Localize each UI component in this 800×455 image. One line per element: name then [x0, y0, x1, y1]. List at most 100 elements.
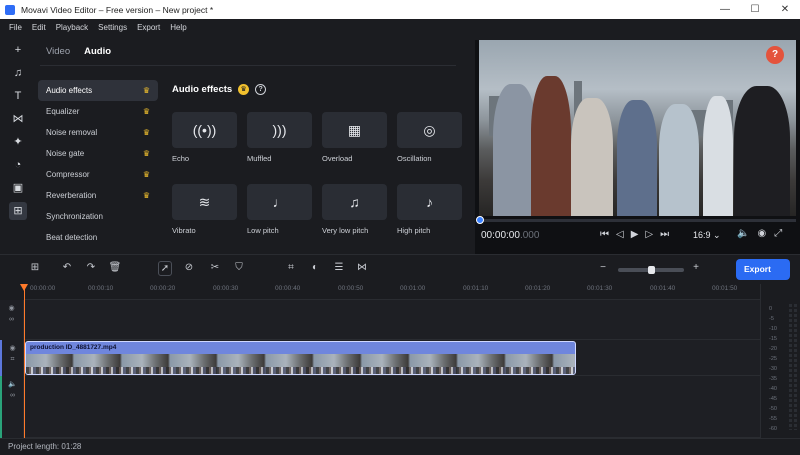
- snapshot-icon[interactable]: ◉: [757, 228, 766, 239]
- minimize-button[interactable]: —: [710, 0, 740, 19]
- category-compressor[interactable]: Compressor ♛: [38, 164, 158, 185]
- effect-echo[interactable]: ((•)) Echo: [172, 112, 237, 163]
- category-noise-gate[interactable]: Noise gate ♛: [38, 143, 158, 164]
- aspect-ratio-select[interactable]: 16:9 ⌄: [693, 230, 721, 241]
- menu-export[interactable]: Export: [137, 23, 160, 32]
- audio-track-lane[interactable]: [24, 376, 760, 438]
- playback-progress-bar[interactable]: [476, 216, 796, 224]
- select-cursor-icon[interactable]: ➚: [158, 261, 172, 276]
- effect-muffled[interactable]: ))) Muffled: [247, 112, 312, 163]
- category-audio-effects[interactable]: Audio effects ♛: [38, 80, 158, 101]
- tab-divider: [40, 65, 456, 66]
- meter-bar-left: [789, 304, 792, 430]
- effect-oscillation[interactable]: ◎ Oscillation: [397, 112, 462, 163]
- lock-icon[interactable]: ⌗: [2, 356, 23, 364]
- marker-icon[interactable]: ⛉: [232, 262, 246, 273]
- magic-icon[interactable]: ✦: [9, 133, 27, 151]
- effect-very-low-pitch[interactable]: ♫ Very low pitch: [322, 184, 387, 235]
- menu-playback[interactable]: Playback: [56, 23, 88, 32]
- menu-help[interactable]: Help: [170, 23, 186, 32]
- menu-bar: File Edit Playback Settings Export Help: [0, 19, 800, 36]
- zoom-slider[interactable]: [618, 266, 684, 274]
- echo-icon: ((•)): [172, 112, 237, 148]
- track-header-video: ◉ ⌗: [0, 340, 24, 376]
- plus-icon[interactable]: +: [9, 41, 27, 59]
- stickers-icon[interactable]: ◔: [9, 156, 27, 174]
- volume-icon[interactable]: 🔈: [737, 228, 749, 239]
- frame-forward-icon[interactable]: ▷: [645, 229, 653, 240]
- timeline-ruler[interactable]: 00:00:00 00:00:10 00:00:20 00:00:30 00:0…: [24, 284, 760, 300]
- speed-icon[interactable]: ◐: [308, 262, 322, 273]
- speaker-icon[interactable]: 🔈: [2, 380, 23, 388]
- close-button[interactable]: ✕: [770, 0, 800, 19]
- delete-icon[interactable]: 🗑: [108, 262, 122, 273]
- window-title: Movavi Video Editor – Free version – New…: [21, 4, 214, 15]
- menu-edit[interactable]: Edit: [32, 23, 46, 32]
- track-header-audio: 🔈 ∞: [0, 376, 24, 438]
- adjust-icon[interactable]: ☰: [332, 262, 346, 273]
- undo-icon[interactable]: ↶: [60, 262, 74, 273]
- help-button[interactable]: ?: [766, 46, 784, 64]
- tab-video[interactable]: Video: [46, 46, 70, 57]
- playhead[interactable]: [20, 284, 28, 438]
- effect-low-pitch[interactable]: ♩ Low pitch: [247, 184, 312, 235]
- tab-audio[interactable]: Audio: [84, 46, 111, 57]
- maximize-button[interactable]: ☐: [740, 0, 770, 19]
- zoom-out-icon[interactable]: −: [596, 262, 610, 273]
- video-frame[interactable]: ?: [479, 40, 796, 216]
- category-noise-removal[interactable]: Noise removal ♛: [38, 122, 158, 143]
- redo-icon[interactable]: ↷: [84, 262, 98, 273]
- title-bar: Movavi Video Editor – Free version – New…: [0, 0, 800, 19]
- effect-vibrato[interactable]: ≋ Vibrato: [172, 184, 237, 235]
- cut-icon[interactable]: ✂: [208, 262, 222, 273]
- title-icon[interactable]: T: [9, 87, 27, 105]
- chevron-down-icon: ⌄: [713, 230, 721, 240]
- crop-icon[interactable]: ⌗: [284, 262, 298, 273]
- video-clip[interactable]: production ID_4881727.mp4: [25, 341, 576, 375]
- effect-category-list: Audio effects ♛ Equalizer ♛ Noise removal ♛…: [38, 80, 158, 248]
- low-pitch-icon: ♩: [247, 184, 312, 220]
- transition-icon[interactable]: ⋈: [355, 262, 369, 273]
- help-icon[interactable]: ?: [255, 84, 267, 95]
- skip-end-icon[interactable]: ⏭: [660, 229, 669, 240]
- media-icon[interactable]: ▣: [9, 179, 27, 197]
- overlay-track-lane[interactable]: [24, 300, 760, 340]
- window-controls: — ☐ ✕: [710, 0, 800, 19]
- timeline-toolbar: ⊞ ↶ ↷ 🗑 ➚ ⊘ ✂ ⛉ ⌗ ◐ ☰ ⋈ − + Export ⌄: [0, 254, 800, 295]
- menu-file[interactable]: File: [9, 23, 22, 32]
- eye-icon[interactable]: ◉: [0, 304, 23, 312]
- zoom-in-icon[interactable]: +: [689, 262, 703, 273]
- effects-heading: Audio effects ♛ ?: [172, 84, 267, 95]
- panel-tabs: Video Audio: [46, 46, 111, 57]
- play-icon[interactable]: ▶: [631, 229, 639, 240]
- link-icon[interactable]: ∞: [0, 316, 23, 323]
- skip-start-icon[interactable]: ⏮: [600, 229, 609, 240]
- frame-back-icon[interactable]: ◁: [616, 229, 624, 240]
- preview-player: ? 00:00:00.000 ⏮ ◁ ▶ ▷ ⏭ 16:9 ⌄ 🔈 ◉ ⤢: [475, 40, 800, 254]
- playhead-handle[interactable]: [20, 284, 28, 291]
- export-button[interactable]: Export ⌄: [736, 259, 790, 295]
- effect-overload[interactable]: ▦ Overload: [322, 112, 387, 163]
- crown-icon: ♛: [142, 128, 150, 137]
- category-synchronization[interactable]: Synchronization: [38, 206, 158, 227]
- music-icon[interactable]: ♫: [9, 64, 27, 82]
- category-beat-detection[interactable]: Beat detection: [38, 227, 158, 248]
- playback-knob[interactable]: [476, 216, 484, 224]
- more-tools-icon[interactable]: ⊞: [9, 202, 27, 220]
- heading-text: Audio effects: [172, 84, 233, 95]
- add-track-icon[interactable]: ⊞: [28, 262, 42, 273]
- preview-actions: 🔈 ◉ ⤢: [737, 228, 782, 239]
- transitions-icon[interactable]: ⋈: [9, 110, 27, 128]
- zoom-slider-knob[interactable]: [648, 266, 655, 274]
- menu-settings[interactable]: Settings: [98, 23, 127, 32]
- eye-icon[interactable]: ◉: [2, 344, 23, 352]
- ripple-icon[interactable]: ⊘: [182, 262, 196, 273]
- category-reverberation[interactable]: Reverberation ♛: [38, 185, 158, 206]
- category-equalizer[interactable]: Equalizer ♛: [38, 101, 158, 122]
- fullscreen-icon[interactable]: ⤢: [774, 228, 782, 239]
- transport-controls: ⏮ ◁ ▶ ▷ ⏭: [600, 229, 669, 240]
- effect-high-pitch[interactable]: ♪ High pitch: [397, 184, 462, 235]
- very-low-pitch-icon: ♫: [322, 184, 387, 220]
- link-icon[interactable]: ∞: [2, 392, 23, 399]
- crown-icon: ♛: [142, 170, 150, 179]
